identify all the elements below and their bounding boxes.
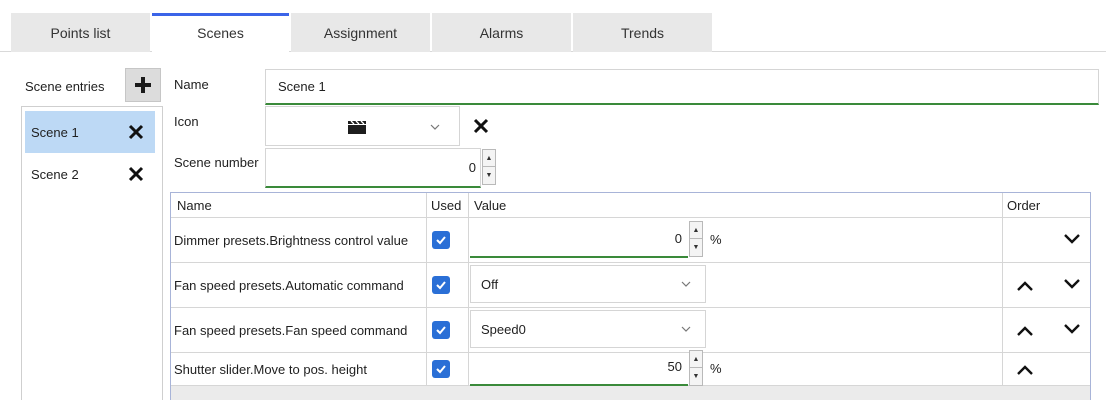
used-checkbox[interactable] (432, 321, 450, 339)
checkmark-icon (436, 236, 446, 245)
tab-label: Points list (50, 24, 111, 41)
select-value: Speed0 (481, 321, 526, 337)
move-up-icon[interactable] (1016, 325, 1034, 337)
column-divider (468, 193, 469, 386)
tab-label: Assignment (323, 24, 398, 41)
tab-scenes[interactable]: Scenes (152, 13, 289, 53)
delete-scene-icon[interactable] (127, 123, 145, 141)
scene-label: Scene 1 (31, 124, 79, 140)
move-up-icon[interactable] (1016, 364, 1034, 376)
clear-icon-icon[interactable] (472, 117, 490, 135)
row-name: Shutter slider.Move to pos. height (174, 361, 367, 377)
used-checkbox[interactable] (432, 276, 450, 294)
chevron-down-icon (681, 326, 691, 332)
name-value: Scene 1 (278, 79, 326, 94)
value-select[interactable]: Speed0 (470, 310, 706, 348)
scene-number-label: Scene number (174, 155, 259, 170)
tab-trends[interactable]: Trends (573, 13, 712, 52)
tab-label: Scenes (197, 25, 244, 41)
chevron-down-icon (681, 281, 691, 287)
column-divider (426, 193, 427, 386)
value-spinner[interactable]: ▲ ▼ (689, 350, 703, 386)
used-checkbox[interactable] (432, 360, 450, 378)
move-up-icon[interactable] (1016, 280, 1034, 292)
column-header-value: Value (474, 197, 507, 213)
icon-select[interactable] (265, 106, 460, 146)
checkmark-icon (436, 326, 446, 335)
tab-points-list[interactable]: Points list (11, 13, 150, 52)
value-number-input[interactable]: 50 (470, 348, 688, 386)
row-name: Fan speed presets.Automatic command (174, 277, 404, 293)
value-number-input[interactable]: 0 (470, 220, 688, 258)
scene-label: Scene 2 (31, 166, 79, 182)
scene-number-input[interactable]: 0 (265, 148, 481, 188)
value-text: 0 (674, 230, 682, 246)
checkmark-icon (436, 365, 446, 374)
icon-label: Icon (174, 114, 199, 129)
row-name: Fan speed presets.Fan speed command (174, 322, 408, 338)
row-name: Dimmer presets.Brightness control value (174, 232, 409, 248)
chevron-down-icon (430, 124, 440, 130)
unit-label: % (710, 232, 722, 247)
scene-list: Scene 1 Scene 2 (21, 106, 163, 400)
select-value: Off (481, 276, 499, 292)
move-down-icon[interactable] (1063, 278, 1081, 290)
scene-number-spinner[interactable]: ▲ ▼ (482, 149, 496, 185)
column-divider (1002, 193, 1003, 386)
column-header-order: Order (1007, 197, 1041, 213)
value-select[interactable]: Off (470, 265, 706, 303)
move-down-icon[interactable] (1063, 323, 1081, 335)
tab-assignment[interactable]: Assignment (291, 13, 430, 52)
unit-label: % (710, 361, 722, 376)
value-spinner[interactable]: ▲ ▼ (689, 221, 703, 257)
tab-bar: Points list Scenes Assignment Alarms Tre… (0, 0, 1106, 53)
plus-icon (135, 77, 151, 93)
tab-alarms[interactable]: Alarms (432, 13, 571, 52)
scene-list-item[interactable]: Scene 1 (25, 111, 155, 153)
decrement-icon[interactable]: ▼ (690, 239, 702, 256)
scene-entries-label: Scene entries (25, 79, 105, 94)
column-header-name: Name (177, 197, 212, 213)
checkmark-icon (436, 281, 446, 290)
decrement-icon[interactable]: ▼ (483, 167, 495, 184)
used-checkbox[interactable] (432, 231, 450, 249)
name-label: Name (174, 77, 209, 92)
column-header-used: Used (431, 197, 462, 213)
name-input[interactable]: Scene 1 (265, 69, 1099, 105)
move-down-icon[interactable] (1063, 233, 1081, 245)
scene-number-value: 0 (468, 160, 476, 175)
clapperboard-icon (348, 120, 366, 134)
decrement-icon[interactable]: ▼ (690, 368, 702, 385)
tab-label: Alarms (479, 24, 524, 41)
increment-icon[interactable]: ▲ (690, 222, 702, 239)
increment-icon[interactable]: ▲ (483, 150, 495, 167)
tab-label: Trends (620, 24, 665, 41)
add-scene-button[interactable] (125, 68, 161, 102)
increment-icon[interactable]: ▲ (690, 351, 702, 368)
scene-list-item[interactable]: Scene 2 (25, 153, 155, 195)
delete-scene-icon[interactable] (127, 165, 145, 183)
table-footer (171, 386, 1090, 400)
value-text: 50 (667, 358, 682, 374)
